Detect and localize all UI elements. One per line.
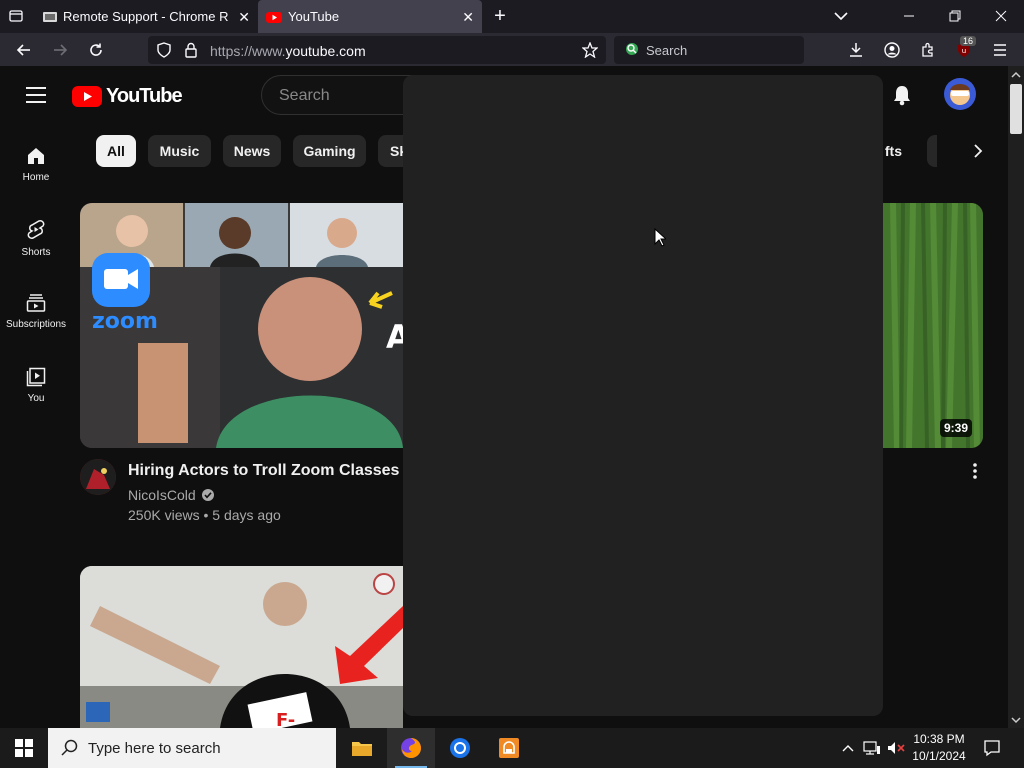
restore-window-icon[interactable] <box>943 4 967 28</box>
search-icon <box>61 739 78 756</box>
sidebar-item-you[interactable]: You <box>0 367 72 404</box>
chip-partial[interactable] <box>927 135 937 167</box>
firefox-icon[interactable] <box>387 728 435 768</box>
account-icon[interactable] <box>880 38 904 62</box>
volume-muted-icon[interactable] <box>884 736 908 760</box>
chip-news[interactable]: News <box>223 135 281 167</box>
you-library-icon <box>26 367 46 387</box>
url-prefix: https://www. <box>210 43 286 59</box>
windows-taskbar: Type here to search 10:38 PM 10/1/2024 <box>0 728 1024 768</box>
bookmark-star-icon[interactable] <box>578 38 602 62</box>
chip-gaming[interactable]: Gaming <box>293 135 366 167</box>
hamburger-menu-icon[interactable] <box>988 38 1012 62</box>
extension-badge-count: 16 <box>960 36 977 46</box>
remote-support-app-icon[interactable] <box>485 728 533 768</box>
sidebar-item-home[interactable]: Home <box>0 146 72 183</box>
chevron-down-icon[interactable] <box>829 4 853 28</box>
windows-logo-icon <box>15 739 33 757</box>
start-button[interactable] <box>0 728 48 768</box>
subscriptions-icon <box>26 294 46 312</box>
close-tab-icon[interactable]: ✕ <box>462 9 474 26</box>
back-icon[interactable] <box>12 38 36 62</box>
lock-icon[interactable] <box>179 38 203 62</box>
taskbar-search-placeholder: Type here to search <box>88 740 221 757</box>
show-hidden-icons-chevron-up-icon[interactable] <box>836 736 860 760</box>
scrollbar-thumb[interactable] <box>1010 84 1022 134</box>
clock-date: 10/1/2024 <box>912 749 966 763</box>
network-icon[interactable] <box>860 736 884 760</box>
close-tab-icon[interactable]: ✕ <box>238 9 250 26</box>
video-title[interactable]: Hiring Actors to Troll Zoom Classes <box>128 462 399 480</box>
overlay-panel[interactable] <box>403 75 883 716</box>
sidebar-item-subscriptions[interactable]: Subscriptions <box>0 293 72 330</box>
notification-center-icon[interactable] <box>980 736 1004 760</box>
verified-check-icon <box>201 489 214 501</box>
chrome-remote-desktop-icon <box>42 9 58 25</box>
scroll-up-arrow-icon[interactable] <box>1008 67 1024 83</box>
svg-text:A: A <box>386 318 403 356</box>
close-window-icon[interactable] <box>989 4 1013 28</box>
forward-icon[interactable] <box>48 38 72 62</box>
logo-wordmark: YouTube <box>106 85 183 107</box>
svg-text:F-: F- <box>276 710 295 728</box>
browser-search-field[interactable]: Search <box>614 36 804 64</box>
tab-title: YouTube <box>288 9 340 24</box>
shorts-icon <box>27 220 45 239</box>
more-actions-icon[interactable] <box>963 459 987 483</box>
svg-text:zoom: zoom <box>92 309 158 334</box>
guide-menu-icon[interactable] <box>24 83 48 107</box>
channel-name[interactable]: NicoIsCold <box>128 487 196 503</box>
extensions-puzzle-icon[interactable] <box>916 38 940 62</box>
video-thumbnail[interactable]: zoom A <box>80 203 403 448</box>
tab-title: Remote Support - Chrome Remo <box>63 9 229 24</box>
video-metadata: 250K views • 5 days ago <box>128 507 281 523</box>
reload-icon[interactable] <box>84 38 108 62</box>
clock-time: 10:38 PM <box>913 732 965 746</box>
tab-bar: Remote Support - Chrome Remo ✕ YouTube ✕… <box>0 0 1024 33</box>
taskbar-search-box[interactable]: Type here to search <box>48 728 336 768</box>
channel-avatar[interactable] <box>80 459 116 495</box>
sidebar-item-label: Subscriptions <box>5 319 67 330</box>
url-domain: youtube.com <box>285 43 366 59</box>
search-placeholder: Search <box>279 87 330 104</box>
address-bar[interactable]: https://www.youtube.com <box>148 36 606 64</box>
chip-all[interactable]: All <box>96 135 136 167</box>
chip-music[interactable]: Music <box>148 135 211 167</box>
channel-name-row[interactable]: NicoIsCold <box>128 487 215 503</box>
svg-text:u: u <box>962 47 966 55</box>
video-thumbnail[interactable] <box>883 203 983 448</box>
avatar[interactable] <box>944 78 976 110</box>
sidebar-item-label: Home <box>22 172 50 183</box>
home-icon <box>28 148 44 164</box>
tab-youtube[interactable]: YouTube ✕ <box>258 0 482 33</box>
video-thumbnail[interactable]: F- <box>80 566 403 728</box>
youtube-logo-icon <box>72 86 102 107</box>
chrome-icon[interactable] <box>436 728 484 768</box>
youtube-logo[interactable]: YouTube <box>72 85 183 108</box>
file-explorer-icon[interactable] <box>338 728 386 768</box>
sidebar-item-shorts[interactable]: Shorts <box>0 219 72 258</box>
sidebar-item-label: Shorts <box>21 247 51 258</box>
mouse-cursor-icon <box>654 227 668 252</box>
video-duration-badge: 9:39 <box>940 419 973 437</box>
new-tab-icon[interactable]: + <box>488 4 512 28</box>
downloads-icon[interactable] <box>844 38 868 62</box>
list-all-tabs-icon[interactable] <box>4 4 28 28</box>
scrollbar-track[interactable] <box>1008 66 1024 728</box>
sidebar-item-label: You <box>27 393 45 404</box>
tracking-protection-shield-icon[interactable] <box>152 38 176 62</box>
search-placeholder: Search <box>646 43 688 58</box>
youtube-page: YouTube Search Home Shorts Subscriptions… <box>0 66 1008 728</box>
search-engine-icon <box>620 37 644 61</box>
scroll-down-arrow-icon[interactable] <box>1008 712 1024 728</box>
tab-remote-support[interactable]: Remote Support - Chrome Remo ✕ <box>34 0 258 33</box>
youtube-favicon-icon <box>266 9 282 25</box>
minimize-window-icon[interactable] <box>897 4 921 28</box>
url-text[interactable]: https://www.youtube.com <box>210 43 366 59</box>
navigation-toolbar: https://www.youtube.com Search u 16 <box>0 33 1024 66</box>
chevron-right-icon[interactable] <box>966 139 990 163</box>
notifications-bell-icon[interactable] <box>890 83 914 107</box>
system-clock[interactable]: 10:38 PM 10/1/2024 <box>906 731 972 765</box>
